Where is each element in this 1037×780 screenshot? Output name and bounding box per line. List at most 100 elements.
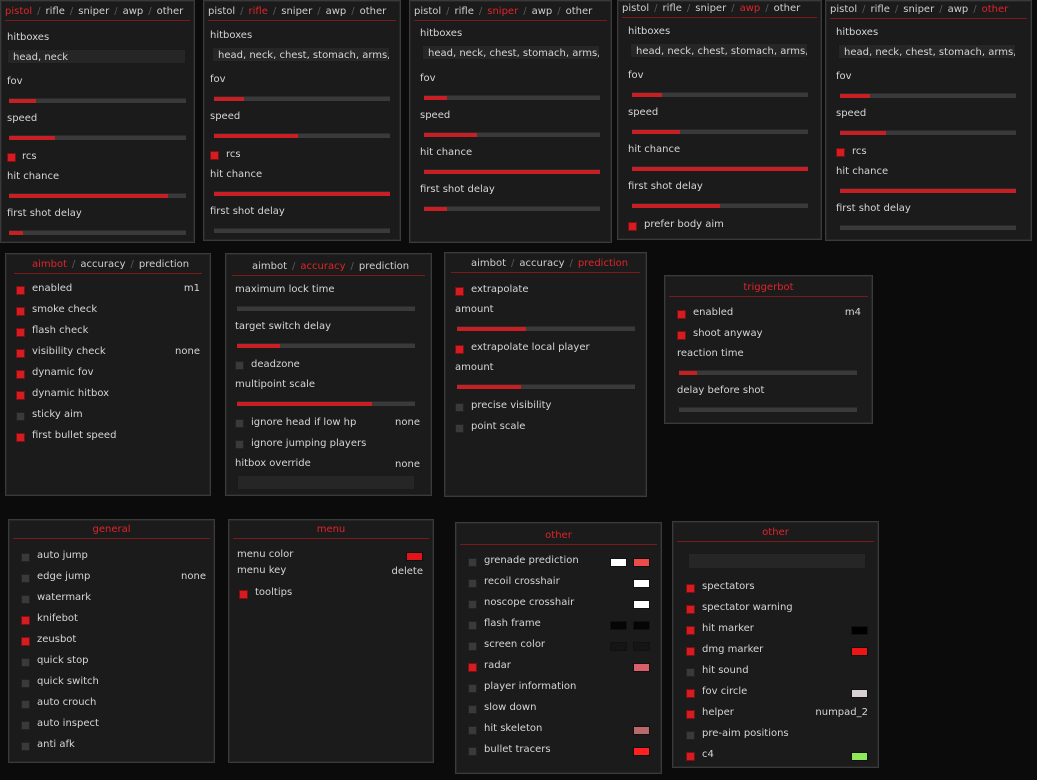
anti-afk-checkbox[interactable] — [21, 742, 30, 751]
fov-slider[interactable] — [9, 98, 186, 103]
fov-slider[interactable] — [424, 95, 600, 100]
radar-checkbox[interactable] — [468, 663, 477, 672]
tab-sniper[interactable]: sniper — [487, 6, 518, 17]
tab-sniper[interactable]: sniper — [695, 3, 726, 14]
tab-aimbot[interactable]: aimbot — [252, 261, 287, 272]
tab-rifle[interactable]: rifle — [46, 6, 65, 17]
recoil-crosshair-checkbox[interactable] — [468, 579, 477, 588]
multipoint-scale-slider[interactable] — [237, 401, 415, 406]
rcs-checkbox[interactable] — [7, 153, 16, 162]
tab-awp[interactable]: awp — [740, 3, 761, 14]
recoil-crosshair-color-swatch[interactable] — [633, 579, 650, 588]
rcs-checkbox[interactable] — [210, 151, 219, 160]
rcs-checkbox[interactable] — [836, 148, 845, 157]
player-information-checkbox[interactable] — [468, 684, 477, 693]
radar-color-swatch[interactable] — [633, 663, 650, 672]
noscope-crosshair-color-swatch[interactable] — [633, 600, 650, 609]
shoot-anyway-checkbox[interactable] — [677, 331, 686, 340]
grenade-prediction-color-swatch[interactable] — [610, 558, 627, 567]
tab-awp[interactable]: awp — [123, 6, 144, 17]
helper-value[interactable]: numpad_2 — [815, 707, 868, 718]
hit-skeleton-color-swatch[interactable] — [633, 726, 650, 735]
first-shot-delay-slider[interactable] — [424, 206, 600, 211]
menu-color-swatch[interactable] — [406, 552, 423, 561]
first-bullet-speed-checkbox[interactable] — [16, 433, 25, 442]
edge-jump-checkbox[interactable] — [21, 574, 30, 583]
c4-checkbox[interactable] — [686, 752, 695, 761]
hitboxes-select[interactable]: head, neck, chest, stomach, arms, le — [630, 43, 808, 58]
fov-circle-color-swatch[interactable] — [851, 689, 868, 698]
delay-before-shot-slider[interactable] — [679, 407, 857, 412]
tab-prediction[interactable]: prediction — [139, 259, 189, 270]
tab-pistol[interactable]: pistol — [830, 4, 857, 15]
hit-chance-slider[interactable] — [632, 166, 808, 171]
tab-rifle[interactable]: rifle — [663, 3, 682, 14]
other-search-field[interactable] — [688, 553, 866, 569]
amount-slider[interactable] — [457, 326, 635, 331]
deadzone-checkbox[interactable] — [235, 361, 244, 370]
pre-aim-positions-checkbox[interactable] — [686, 731, 695, 740]
dynamic-fov-checkbox[interactable] — [16, 370, 25, 379]
tab-aimbot[interactable]: aimbot — [32, 259, 67, 270]
first-shot-delay-slider[interactable] — [840, 225, 1016, 230]
quick-stop-checkbox[interactable] — [21, 658, 30, 667]
spectators-checkbox[interactable] — [686, 584, 695, 593]
precise-visibility-checkbox[interactable] — [455, 403, 464, 412]
hitbox-override-value[interactable]: none — [395, 459, 420, 470]
first-shot-delay-slider[interactable] — [9, 230, 186, 235]
auto-inspect-checkbox[interactable] — [21, 721, 30, 730]
dmg-marker-color-swatch[interactable] — [851, 647, 868, 656]
tab-rifle[interactable]: rifle — [871, 4, 890, 15]
flash-frame-color-swatch[interactable] — [633, 621, 650, 630]
hitbox-override-field[interactable] — [237, 475, 415, 490]
tab-accuracy[interactable]: accuracy — [519, 258, 564, 269]
target-switch-delay-slider[interactable] — [237, 343, 415, 348]
hit-marker-checkbox[interactable] — [686, 626, 695, 635]
tab-other[interactable]: other — [566, 6, 593, 17]
triggerbot-enabled-checkbox[interactable] — [677, 310, 686, 319]
hit-chance-slider[interactable] — [214, 191, 390, 196]
tab-other[interactable]: other — [157, 6, 184, 17]
watermark-checkbox[interactable] — [21, 595, 30, 604]
tab-rifle[interactable]: rifle — [249, 6, 268, 17]
tab-sniper[interactable]: sniper — [281, 6, 312, 17]
screen-color-color-swatch[interactable] — [633, 642, 650, 651]
tab-sniper[interactable]: sniper — [78, 6, 109, 17]
prefer-body-aim-checkbox[interactable] — [628, 222, 637, 231]
tab-awp[interactable]: awp — [948, 4, 969, 15]
dmg-marker-checkbox[interactable] — [686, 647, 695, 656]
ignore-head-checkbox[interactable] — [235, 419, 244, 428]
first-shot-delay-slider[interactable] — [632, 203, 808, 208]
fov-circle-checkbox[interactable] — [686, 689, 695, 698]
tab-pistol[interactable]: pistol — [5, 6, 32, 17]
tab-pistol[interactable]: pistol — [414, 6, 441, 17]
hit-marker-color-swatch[interactable] — [851, 626, 868, 635]
hitboxes-select[interactable]: head, neck — [7, 49, 186, 64]
hitboxes-select[interactable]: head, neck, chest, stomach, arms, le — [838, 44, 1016, 59]
tab-accuracy[interactable]: accuracy — [80, 259, 125, 270]
spectator-warning-checkbox[interactable] — [686, 605, 695, 614]
helper-checkbox[interactable] — [686, 710, 695, 719]
flash-frame-checkbox[interactable] — [468, 621, 477, 630]
fov-slider[interactable] — [840, 93, 1016, 98]
tab-sniper[interactable]: sniper — [903, 4, 934, 15]
knifebot-checkbox[interactable] — [21, 616, 30, 625]
speed-slider[interactable] — [214, 133, 390, 138]
tab-other[interactable]: other — [360, 6, 387, 17]
slow-down-checkbox[interactable] — [468, 705, 477, 714]
hitboxes-select[interactable]: head, neck, chest, stomach, arms, le — [212, 47, 390, 62]
tab-prediction[interactable]: prediction — [578, 258, 628, 269]
hit-sound-checkbox[interactable] — [686, 668, 695, 677]
auto-crouch-checkbox[interactable] — [21, 700, 30, 709]
amount-slider-local[interactable] — [457, 384, 635, 389]
quick-switch-checkbox[interactable] — [21, 679, 30, 688]
hit-chance-slider[interactable] — [840, 188, 1016, 193]
tab-pistol[interactable]: pistol — [622, 3, 649, 14]
menu-key-value[interactable]: delete — [391, 566, 423, 577]
flash-check-checkbox[interactable] — [16, 328, 25, 337]
zeusbot-checkbox[interactable] — [21, 637, 30, 646]
smoke-check-checkbox[interactable] — [16, 307, 25, 316]
hit-skeleton-checkbox[interactable] — [468, 726, 477, 735]
point-scale-checkbox[interactable] — [455, 424, 464, 433]
ignore-jumping-checkbox[interactable] — [235, 440, 244, 449]
